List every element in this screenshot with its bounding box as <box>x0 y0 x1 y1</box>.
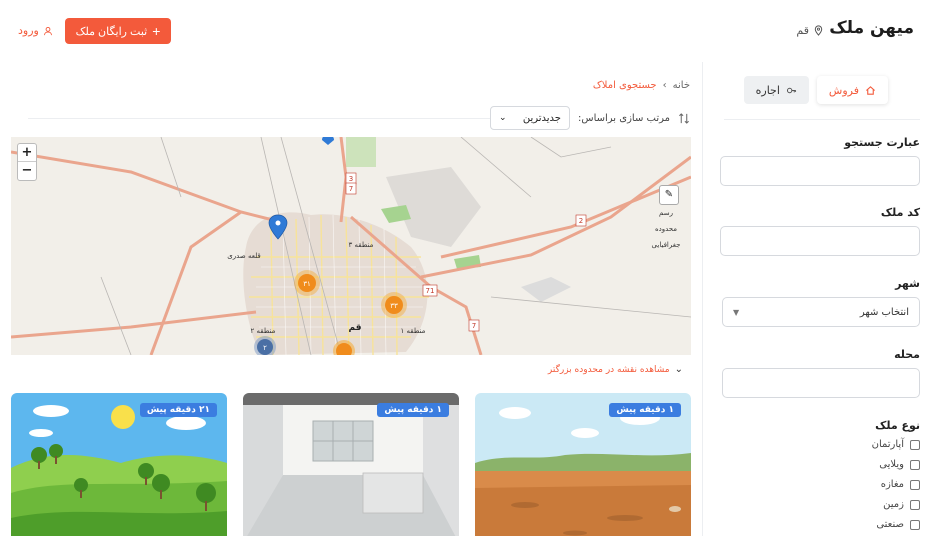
search-label: عبارت جستجو <box>844 136 920 149</box>
property-code-label: کد ملک <box>880 206 920 219</box>
property-type-list: آپارتمان ویلایی مغازه زمین صنعتی <box>872 438 920 531</box>
city-name: قم <box>796 24 809 37</box>
key-icon <box>786 87 796 93</box>
caret-down-icon: ▼ <box>733 307 740 317</box>
type-option-label: زمین <box>883 499 904 510</box>
sort-icon <box>679 112 689 124</box>
main-divider <box>28 118 490 119</box>
listing-card[interactable]: ۲۱ دقیقه پیش <box>11 393 227 536</box>
checkbox[interactable] <box>910 459 920 470</box>
property-code-input[interactable] <box>720 226 920 256</box>
map-expand-label: مشاهده نقشه در محدوده بزرگتر <box>547 364 670 375</box>
brand-logo[interactable]: میهن ملک <box>829 18 914 38</box>
listing-time-badge: ۱ دقیقه پیش <box>609 403 681 417</box>
listing-card[interactable]: ۱ دقیقه پیش <box>475 393 691 536</box>
map-label-mahdoodeh: محدوده <box>655 225 677 233</box>
location-pin-icon <box>814 25 823 36</box>
map-label-rasm: رسم <box>659 209 673 217</box>
type-option-villa[interactable]: ویلایی <box>872 458 920 471</box>
tab-sale-label: فروش <box>828 83 859 97</box>
cluster-count: ۲ <box>263 344 267 352</box>
road-label: 7 <box>349 185 353 193</box>
city-select-value: انتخاب شهر <box>859 306 909 318</box>
checkbox[interactable] <box>910 479 920 490</box>
checkbox[interactable] <box>910 519 920 530</box>
map-label-qom: قم <box>349 323 362 333</box>
road-label: 3 <box>349 175 353 183</box>
user-icon <box>43 26 52 35</box>
type-option-label: مغازه <box>880 479 904 490</box>
chevron-down-icon: ⌄ <box>674 364 683 375</box>
sort-select-value: جدیدترین <box>522 112 561 124</box>
map-label-jaghrafiai: جغرافیایی <box>652 241 681 249</box>
plus-icon: + <box>152 23 161 39</box>
area-label: محله <box>894 348 920 361</box>
register-property-button[interactable]: + ثبت رایگان ملک <box>65 18 171 44</box>
city-selector[interactable]: قم <box>796 24 824 37</box>
checkbox[interactable] <box>910 439 920 450</box>
city-label: شهر <box>895 277 920 290</box>
property-map[interactable]: 3 7 2 7 71 منطقه ۳ منطقه ۲ منطقه ۱ قلعه … <box>11 137 691 355</box>
sort-label: مرتب سازی براساس: <box>578 112 670 124</box>
map-cluster[interactable]: ۳۱ <box>294 270 320 296</box>
cluster-count: ۳۱ <box>303 280 311 288</box>
map-label-qaleh: قلعه صدری <box>227 252 261 260</box>
home-icon <box>866 85 875 95</box>
listing-time-badge: ۲۱ دقیقه پیش <box>139 403 217 417</box>
checkbox[interactable] <box>910 499 920 510</box>
map-zoom-control: + − <box>17 143 37 181</box>
listing-card[interactable]: ۱ دقیقه پیش <box>243 393 459 536</box>
map-expand-link[interactable]: ⌄ مشاهده نقشه در محدوده بزرگتر <box>11 364 683 375</box>
deal-type-tabs: فروش اجاره <box>743 76 888 104</box>
breadcrumb: خانه › جستجوی املاک <box>593 80 690 91</box>
tab-sale[interactable]: فروش <box>816 76 888 104</box>
search-input[interactable] <box>720 156 920 186</box>
breadcrumb-current: جستجوی املاک <box>592 80 657 91</box>
login-label: ورود <box>18 24 39 37</box>
chevron-down-icon: ⌄ <box>499 113 507 123</box>
zoom-out-button[interactable]: − <box>18 162 36 180</box>
map-cluster[interactable]: ۳۳ <box>381 292 407 318</box>
draw-area-button[interactable]: ✎ <box>659 185 679 205</box>
header: میهن ملک قم + ثبت رایگان ملک ورود <box>0 0 932 62</box>
tab-rent[interactable]: اجاره <box>743 76 809 104</box>
filter-sidebar: فروش اجاره عبارت جستجو کد ملک شهر انتخاب… <box>702 62 932 536</box>
sort-bar: مرتب سازی براساس: جدیدترین ⌄ <box>490 106 690 130</box>
area-input[interactable] <box>722 368 920 398</box>
city-select[interactable]: انتخاب شهر ▼ <box>722 297 920 327</box>
cluster-count: ۳۳ <box>390 302 398 310</box>
type-option-label: ویلایی <box>879 459 904 470</box>
listing-time-badge: ۱ دقیقه پیش <box>377 403 449 417</box>
type-option-industrial[interactable]: صنعتی <box>872 518 920 531</box>
type-option-land[interactable]: زمین <box>872 498 920 511</box>
zoom-in-button[interactable]: + <box>18 144 36 162</box>
type-option-label: صنعتی <box>876 519 904 530</box>
chevron-left-icon: › <box>662 80 667 91</box>
breadcrumb-home[interactable]: خانه <box>673 80 690 91</box>
tab-rent-label: اجاره <box>755 83 780 97</box>
sort-select[interactable]: جدیدترین ⌄ <box>490 106 570 130</box>
map-label-region3: منطقه ۳ <box>349 241 374 249</box>
register-property-label: ثبت رایگان ملک <box>75 25 148 38</box>
road-label: 2 <box>579 217 583 225</box>
type-option-label: آپارتمان <box>871 439 904 450</box>
road-label: 7 <box>472 322 476 330</box>
map-label-region2: منطقه ۲ <box>251 327 276 335</box>
sidebar-divider <box>724 119 920 120</box>
map-canvas[interactable]: 3 7 2 7 71 منطقه ۳ منطقه ۲ منطقه ۱ قلعه … <box>11 137 691 355</box>
type-option-apartment[interactable]: آپارتمان <box>872 438 920 451</box>
login-link[interactable]: ورود <box>18 24 53 37</box>
property-type-label: نوع ملک <box>875 419 920 432</box>
pencil-icon: ✎ <box>664 189 674 200</box>
map-label-region1: منطقه ۱ <box>401 327 426 335</box>
type-option-shop[interactable]: مغازه <box>872 478 920 491</box>
road-label: 71 <box>426 287 435 295</box>
